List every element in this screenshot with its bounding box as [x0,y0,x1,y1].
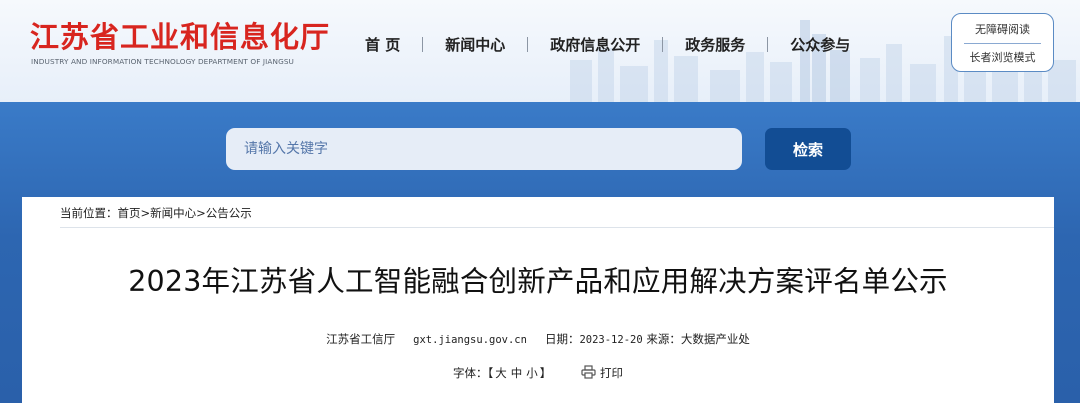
article-source: 大数据产业处 [680,332,750,346]
breadcrumb-divider [60,227,1054,228]
nav-divider [527,36,529,52]
accessibility-divider [964,43,1041,44]
article-source-label: 来源： [646,332,681,346]
nav-item-public-participation[interactable]: 公众参与 [790,34,850,55]
main-nav: 首 页 新闻中心 政府信息公开 政务服务 公众参与 [365,34,850,54]
barrier-free-reading-button[interactable]: 无障碍阅读 [952,21,1053,37]
breadcrumb: 当前位置：首页>新闻中心>公告公示 [60,205,252,221]
nav-item-gov-info[interactable]: 政府信息公开 [550,34,640,55]
nav-item-news-center[interactable]: 新闻中心 [445,34,505,55]
article-date-label: 日期： [544,332,580,346]
nav-divider [422,36,424,52]
font-size-large[interactable]: 大 [495,366,507,380]
accessibility-panel: 无障碍阅读 长者浏览模式 [951,13,1054,72]
print-button[interactable]: 打印 [600,366,623,380]
breadcrumb-item-announcements[interactable]: 公告公示 [206,206,252,220]
breadcrumb-separator: > [140,206,151,220]
site-logo-title[interactable]: 江苏省工业和信息化厅 [30,14,330,56]
breadcrumb-item-news-center[interactable]: 新闻中心 [150,206,196,220]
article-title: 2023年江苏省人工智能融合创新产品和应用解决方案评名单公示 [128,265,948,298]
font-size-bracket-close: 】 [539,366,552,380]
breadcrumb-prefix: 当前位置： [60,206,118,220]
search-button[interactable]: 检索 [765,128,851,170]
font-size-medium[interactable]: 中 [511,366,523,380]
site-header: 江苏省工业和信息化厅 INDUSTRY AND INFORMATION TECH… [0,0,1080,102]
article-card: 当前位置：首页>新闻中心>公告公示 2023年江苏省人工智能融合创新产品和应用解… [22,197,1054,403]
font-size-small[interactable]: 小 [526,366,538,380]
font-size-bracket-open: 【 [487,366,494,380]
article-domain: gxt.jiangsu.gov.cn [413,334,527,346]
article-date: 2023-12-20 [579,334,643,346]
printer-icon[interactable] [581,365,596,379]
article-publisher: 江苏省工信厅 [326,332,396,346]
nav-item-gov-services[interactable]: 政务服务 [685,34,745,55]
nav-divider [662,36,664,52]
font-size-label: 字体： [453,366,488,380]
site-logo-subtitle: INDUSTRY AND INFORMATION TECHNOLOGY DEPA… [31,57,294,66]
article-meta: 江苏省工信厅 gxt.jiangsu.gov.cn 日期：2023-12-20 来源… [22,331,1054,347]
breadcrumb-separator: > [196,206,206,220]
breadcrumb-item-home[interactable]: 首页 [118,206,141,220]
article-tools: 字体：【大中小】 打印 [22,365,1054,381]
nav-divider [767,36,769,52]
nav-item-home[interactable]: 首 页 [365,34,400,55]
search-input[interactable] [226,128,742,170]
elderly-mode-button[interactable]: 长者浏览模式 [952,49,1053,65]
